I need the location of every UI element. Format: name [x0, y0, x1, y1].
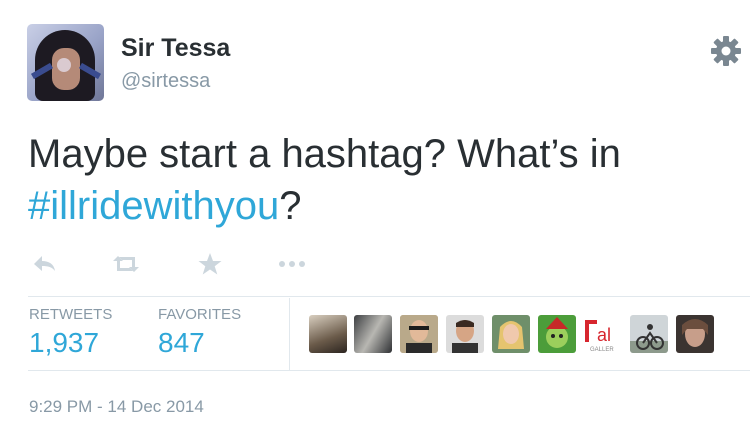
tweet-text-line: Maybe start a hashtag? What’s in [28, 132, 621, 176]
favoriter-avatar[interactable] [400, 315, 438, 353]
favoriter-avatar[interactable] [676, 315, 714, 353]
favoriter-avatar[interactable] [309, 315, 347, 353]
tweet-timestamp[interactable]: 9:29 PM - 14 Dec 2014 [29, 397, 204, 417]
favoriter-avatar[interactable] [354, 315, 392, 353]
user-display-name[interactable]: Sir Tessa [121, 34, 230, 63]
gallery-avatar[interactable]: al GALLER [584, 315, 622, 353]
gallery-logo-sub: GALLER [590, 347, 614, 353]
tweet-text-end: ? [279, 184, 302, 228]
reply-icon[interactable] [30, 250, 62, 278]
favorites-label[interactable]: FAVORITES [158, 306, 241, 323]
retweets-count[interactable]: 1,937 [29, 327, 99, 359]
gear-icon[interactable] [709, 34, 743, 68]
favoriter-avatar[interactable] [492, 315, 530, 353]
retweets-label[interactable]: RETWEETS [29, 306, 112, 323]
tweet-actions [30, 250, 330, 278]
tweet-text: Maybe start a hashtag? What’s in #illrid… [28, 128, 728, 232]
divider [28, 296, 750, 297]
favorite-star-icon[interactable] [196, 250, 228, 278]
hashtag-link[interactable]: #illridewithyou [28, 184, 279, 228]
user-avatar[interactable] [27, 24, 104, 101]
favoriter-avatar[interactable] [630, 315, 668, 353]
stats-divider [289, 298, 290, 370]
retweet-icon[interactable] [110, 250, 142, 278]
more-dots-icon[interactable] [276, 250, 308, 278]
favorites-count[interactable]: 847 [158, 327, 205, 359]
gallery-logo-text: al [597, 325, 611, 345]
favoriter-avatar[interactable] [538, 315, 576, 353]
favoriter-avatar[interactable] [446, 315, 484, 353]
divider [28, 370, 750, 371]
user-handle[interactable]: @sirtessa [121, 70, 210, 93]
